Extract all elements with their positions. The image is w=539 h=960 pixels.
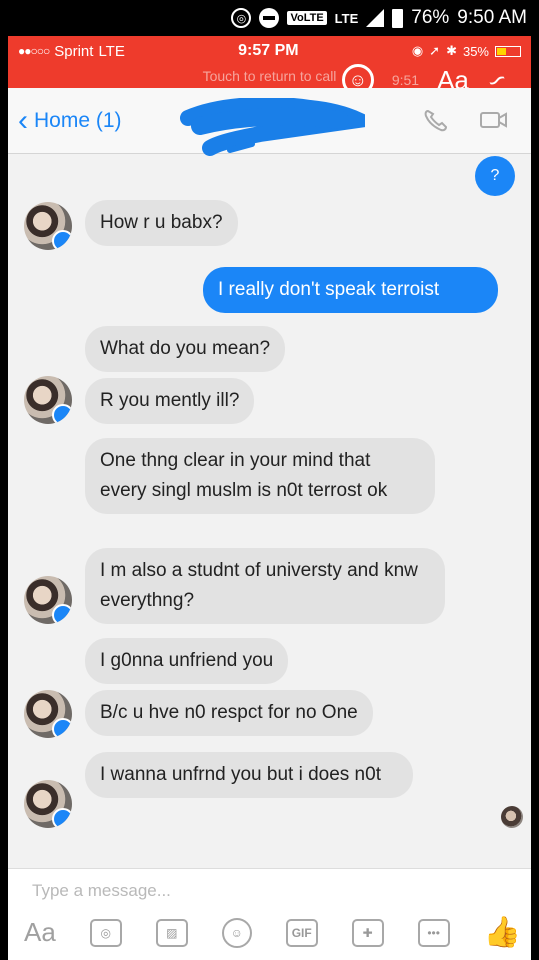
text-format-button[interactable]: Aa bbox=[24, 917, 56, 948]
message-list[interactable]: ? How r u babx? I really don't speak ter… bbox=[8, 154, 531, 868]
bluetooth-icon: ✱ bbox=[446, 43, 457, 58]
gif-icon[interactable]: GIF bbox=[285, 918, 318, 947]
seen-avatar bbox=[501, 806, 523, 828]
message-bubble[interactable]: R you mently ill? bbox=[85, 378, 255, 424]
like-icon[interactable]: 👍 bbox=[484, 915, 521, 950]
ios-battery-icon bbox=[495, 45, 521, 57]
arrow-icon: ➚ bbox=[429, 43, 441, 58]
back-button[interactable]: ‹ Home (1) bbox=[8, 103, 122, 137]
android-time: 9:50 AM bbox=[457, 7, 527, 28]
sender-avatar[interactable] bbox=[24, 202, 72, 250]
back-label: Home (1) bbox=[34, 108, 122, 132]
message-bubble[interactable]: How r u babx? bbox=[85, 200, 238, 246]
chevron-left-icon: ‹ bbox=[18, 103, 28, 137]
message-bubble-outgoing[interactable]: I really don't speak terroist bbox=[203, 267, 498, 313]
phone-screenshot: ●●○○○ Sprint LTE 9:57 PM ◉ ➚ ✱ 35% Touch… bbox=[8, 36, 531, 960]
emoji-icon[interactable]: ☺ bbox=[221, 917, 252, 948]
battery-icon bbox=[392, 8, 404, 28]
message-bubble[interactable]: I g0nna unfriend you bbox=[85, 638, 289, 684]
conversation-header: ‹ Home (1) e now bbox=[8, 88, 531, 156]
signal-dots-icon: ●●○○○ bbox=[18, 44, 50, 58]
camera-icon[interactable]: ◎ bbox=[89, 918, 122, 947]
overlay-time: 9:51 bbox=[391, 72, 420, 88]
video-call-icon[interactable] bbox=[479, 108, 509, 132]
ios-battery-percent: 35% bbox=[462, 43, 489, 59]
sender-avatar[interactable] bbox=[24, 576, 72, 624]
sender-avatar[interactable] bbox=[24, 376, 72, 424]
message-bubble[interactable]: I wanna unfrnd you but i does n0t bbox=[85, 752, 413, 798]
network-type: LTE bbox=[98, 42, 125, 60]
carrier-name: Sprint bbox=[54, 42, 94, 60]
sender-avatar[interactable] bbox=[24, 690, 72, 738]
game-icon[interactable]: ✚ bbox=[351, 918, 384, 947]
location-icon: ◉ bbox=[411, 43, 424, 58]
message-bubble[interactable]: What do you mean? bbox=[85, 326, 286, 372]
android-status-bar: ◎ VoLTE LTE 76% 9:50 AM bbox=[0, 0, 539, 36]
composer-toolbar: Aa ◎ ▨ ☺ GIF ✚ ••• 👍 bbox=[24, 915, 521, 950]
message-bubble[interactable]: B/c u hve n0 respct for no One bbox=[85, 690, 373, 736]
sender-avatar[interactable] bbox=[24, 780, 72, 828]
ios-call-status-bar[interactable]: ●●○○○ Sprint LTE 9:57 PM ◉ ➚ ✱ 35% Touch… bbox=[8, 36, 531, 97]
volte-badge: VoLTE bbox=[287, 11, 327, 25]
help-bubble[interactable]: ? bbox=[475, 156, 515, 196]
wifi-calling-icon: ◎ bbox=[231, 8, 252, 28]
message-bubble[interactable]: I m also a studnt of universty and knw e… bbox=[85, 548, 445, 624]
battery-percent: 76% bbox=[411, 7, 450, 28]
message-input[interactable]: Type a message... bbox=[32, 881, 171, 901]
lte-label: LTE bbox=[334, 10, 359, 26]
composer: Type a message... Aa ◎ ▨ ☺ GIF ✚ ••• 👍 bbox=[8, 868, 531, 960]
redaction-scribble bbox=[180, 98, 365, 156]
do-not-disturb-icon bbox=[259, 8, 280, 28]
more-icon[interactable]: ••• bbox=[417, 918, 450, 947]
phone-call-icon[interactable] bbox=[421, 108, 451, 132]
message-bubble[interactable]: One thng clear in your mind that every s… bbox=[85, 438, 435, 514]
ios-time: 9:57 PM bbox=[238, 42, 299, 59]
signal-icon bbox=[366, 9, 385, 27]
gallery-icon[interactable]: ▨ bbox=[155, 918, 188, 947]
